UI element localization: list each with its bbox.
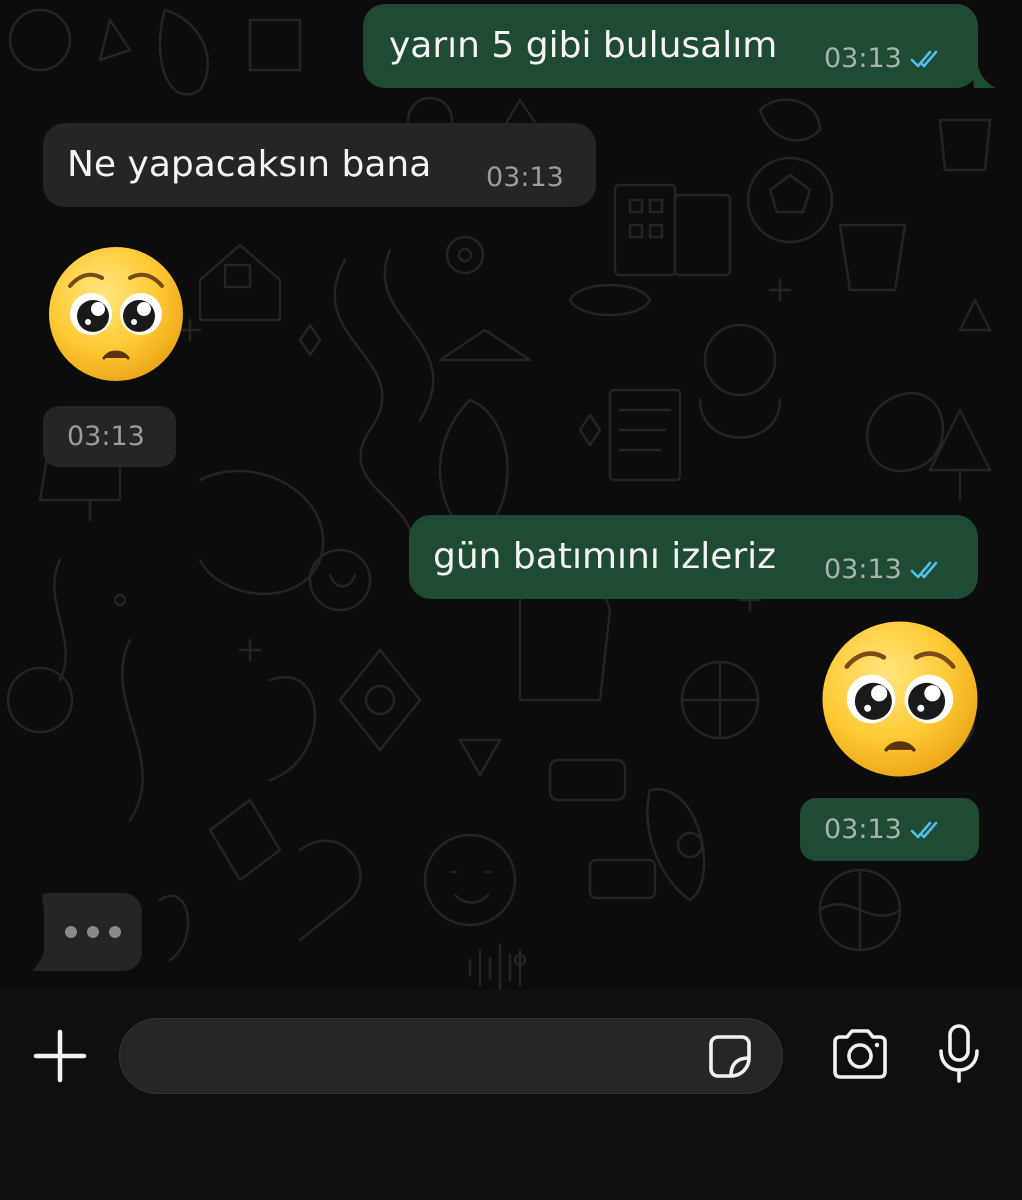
message-time-badge: 03:13 [43, 406, 176, 467]
message-input[interactable] [119, 1018, 783, 1094]
double-check-icon [910, 821, 938, 839]
plus-icon[interactable] [32, 1028, 88, 1084]
message-meta: 03:13 [824, 44, 948, 74]
double-check-icon [910, 50, 938, 68]
message-bubble-incoming[interactable]: Ne yapacaksın bana 03:13 [43, 123, 596, 207]
camera-icon[interactable] [829, 1028, 891, 1080]
message-text: gün batımını izleriz [433, 536, 777, 577]
typing-dot [87, 926, 99, 938]
message-bubble-outgoing[interactable]: yarın 5 gibi bulusalım 03:13 [363, 4, 978, 88]
message-time: 03:13 [824, 554, 902, 585]
message-time: 03:13 [486, 162, 564, 193]
message-time: 03:13 [67, 421, 145, 452]
message-time: 03:13 [824, 814, 902, 845]
sticker-icon[interactable] [705, 1032, 755, 1082]
message-text: Ne yapacaksın bana [67, 144, 432, 185]
message-time-badge: 03:13 [800, 798, 979, 861]
message-text: yarın 5 gibi bulusalım [389, 25, 778, 66]
typing-dot [65, 926, 77, 938]
typing-indicator [32, 893, 142, 971]
message-meta: 03:13 [824, 815, 948, 845]
message-composer [0, 990, 1022, 1200]
message-meta: 03:13 [486, 163, 564, 193]
message-meta: 03:13 [824, 555, 948, 585]
message-bubble-outgoing[interactable]: gün batımını izleriz 03:13 [409, 515, 978, 599]
typing-dot [109, 926, 121, 938]
pleading-face-emoji[interactable] [819, 618, 981, 780]
pleading-face-emoji[interactable] [46, 244, 186, 384]
microphone-icon[interactable] [935, 1023, 983, 1085]
bubble-tail-outgoing [970, 58, 996, 88]
message-time: 03:13 [824, 43, 902, 74]
chat-area: yarın 5 gibi bulusalım 03:13 Ne yapacaks… [0, 0, 1022, 990]
double-check-icon [910, 561, 938, 579]
